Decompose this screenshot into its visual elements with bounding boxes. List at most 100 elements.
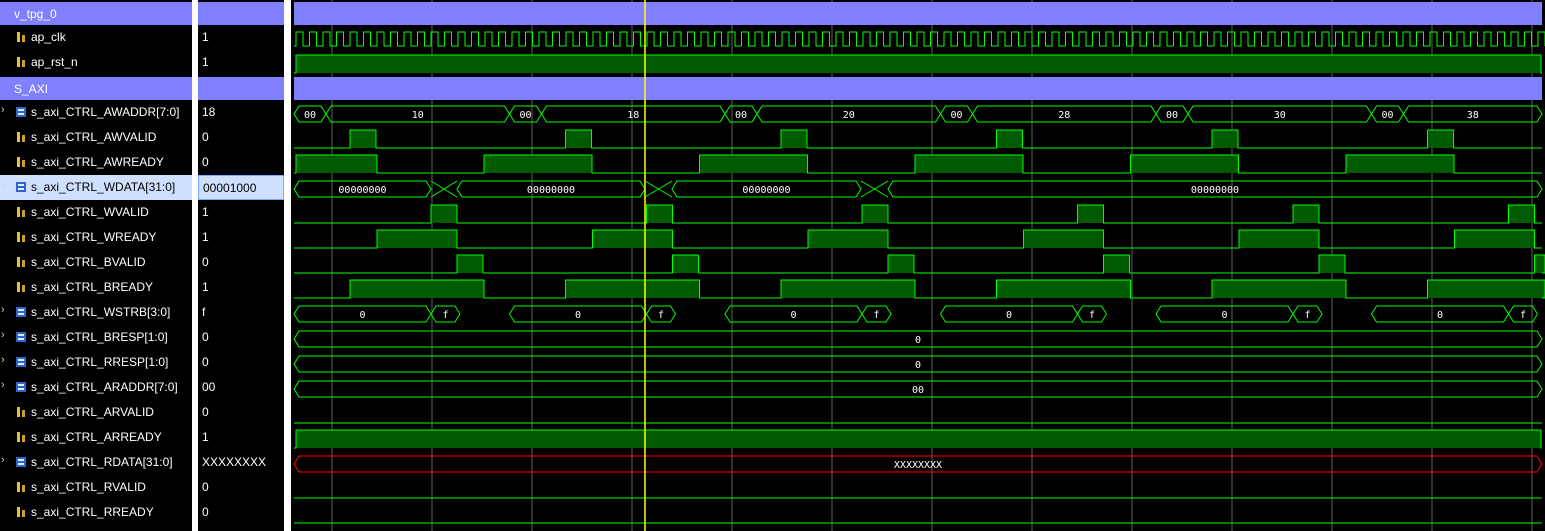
signal-value-s-axi-ctrl-arready[interactable]: 1 (198, 425, 284, 450)
signal-name: s_axi_CTRL_RRESP[1:0] (31, 355, 169, 369)
expand-chevron-icon[interactable]: › (1, 104, 11, 118)
signal-row-s-axi[interactable]: S_AXI (0, 77, 192, 100)
signal-row-s-axi-ctrl-arready[interactable]: s_axi_CTRL_ARREADY (0, 425, 192, 450)
wdata-transition (430, 180, 458, 198)
signal-name: s_axi_CTRL_BRESP[1:0] (31, 330, 168, 344)
signal-row-s-axi-ctrl-araddr70[interactable]: › s_axi_CTRL_ARADDR[7:0] (0, 375, 192, 400)
signal-value-s-axi-ctrl-rresp10[interactable]: 0 (198, 350, 284, 375)
signal-value-ap-clk[interactable]: 1 (198, 25, 284, 50)
signal-row-s-axi-ctrl-awvalid[interactable]: s_axi_CTRL_AWVALID (0, 125, 192, 150)
awaddr-label: 00 (304, 110, 316, 121)
signal-value: 0 (202, 330, 209, 344)
expand-chevron-icon[interactable]: › (1, 454, 11, 468)
awvalid-high-fill (350, 130, 376, 148)
group-bar-wave (294, 2, 1542, 25)
signal-value-s-axi-ctrl-rdata310[interactable]: XXXXXXXX (198, 450, 284, 475)
signal-value-s-axi-ctrl-araddr70[interactable]: 00 (198, 375, 284, 400)
bready-high-fill (565, 280, 700, 298)
signal-row-s-axi-ctrl-bresp10[interactable]: › s_axi_CTRL_BRESP[1:0] (0, 325, 192, 350)
wstrb-label: f (442, 310, 448, 321)
pane-divider-right[interactable] (284, 0, 291, 531)
wstrb-label: f (1520, 310, 1526, 321)
signal-value-s-axi-ctrl-awaddr70[interactable]: 18 (198, 100, 284, 125)
signal-value-pane: 1 1 18 0 0 00001000 1 1 0 1 f 0 0 00 0 1 XXXXXXXX 0 0 (198, 0, 284, 531)
signal-value-s-axi-ctrl-awvalid[interactable]: 0 (198, 125, 284, 150)
signal-value-s-axi-ctrl-rvalid[interactable]: 0 (198, 475, 284, 500)
signal-value: f (202, 305, 206, 319)
wstrb-label: f (873, 310, 879, 321)
signal-row-s-axi-ctrl-bvalid[interactable]: s_axi_CTRL_BVALID (0, 250, 192, 275)
expand-chevron-icon[interactable]: › (1, 329, 11, 343)
signal-row-s-axi-ctrl-bready[interactable]: s_axi_CTRL_BREADY (0, 275, 192, 300)
signal-name: s_axi_CTRL_ARADDR[7:0] (31, 380, 178, 394)
wstrb-label: 0 (1437, 310, 1443, 321)
signal-value-s-axi-ctrl-awready[interactable]: 0 (198, 150, 284, 175)
signal-value-s-axi-ctrl-wdata310[interactable]: 00001000 (198, 175, 284, 200)
signal-name: s_axi_CTRL_WREADY (31, 230, 157, 244)
signal-name: s_axi_CTRL_BVALID (31, 255, 146, 269)
signal-value-s-axi-ctrl-bresp10[interactable]: 0 (198, 325, 284, 350)
awaddr-label: 10 (412, 110, 424, 121)
signal-value-v-tpg-0[interactable] (198, 2, 284, 25)
expand-chevron-icon[interactable]: › (1, 304, 11, 318)
rresp-label: 0 (915, 360, 921, 371)
signal-value: 0 (202, 505, 209, 519)
awaddr-label: 28 (1058, 110, 1070, 121)
ap-rst-n-high-fill (296, 55, 1541, 73)
awaddr-label: 00 (735, 110, 747, 121)
wready-high-fill (377, 230, 457, 248)
signal-row-ap-rst-n[interactable]: ap_rst_n (0, 50, 192, 75)
wstrb-label: 0 (1006, 310, 1012, 321)
signal-row-s-axi-ctrl-wdata310[interactable]: › s_axi_CTRL_WDATA[31:0] (0, 175, 192, 200)
signal-row-s-axi-ctrl-rdata310[interactable]: › s_axi_CTRL_RDATA[31:0] (0, 450, 192, 475)
expand-chevron-icon[interactable]: › (1, 379, 11, 393)
signal-row-ap-clk[interactable]: ap_clk (0, 25, 192, 50)
signal-value: 1 (202, 230, 209, 244)
bvalid-high-fill (1103, 255, 1130, 273)
signal-value-s-axi-ctrl-bready[interactable]: 1 (198, 275, 284, 300)
signal-value-s-axi-ctrl-wready[interactable]: 1 (198, 225, 284, 250)
wstrb-label: 0 (359, 310, 365, 321)
signal-name: s_axi_CTRL_AWVALID (31, 130, 157, 144)
signal-value-s-axi-ctrl-arvalid[interactable]: 0 (198, 400, 284, 425)
signal-value-ap-rst-n[interactable]: 1 (198, 50, 284, 75)
wdata-label: 00000000 (338, 185, 386, 196)
signal-name: s_axi_CTRL_ARREADY (31, 430, 162, 444)
awaddr-label: 00 (950, 110, 962, 121)
signal-name: s_axi_CTRL_WDATA[31:0] (31, 180, 176, 194)
wready-high-fill (1454, 230, 1535, 248)
signal-value-s-axi-ctrl-wstrb30[interactable]: f (198, 300, 284, 325)
signal-row-s-axi-ctrl-rvalid[interactable]: s_axi_CTRL_RVALID (0, 475, 192, 500)
signal-row-s-axi-ctrl-rready[interactable]: s_axi_CTRL_RREADY (0, 500, 192, 525)
awaddr-label: 20 (843, 110, 855, 121)
signal-row-s-axi-ctrl-rresp10[interactable]: › s_axi_CTRL_RRESP[1:0] (0, 350, 192, 375)
signal-value: 1 (202, 280, 209, 294)
signal-name: s_axi_CTRL_AWADDR[7:0] (31, 105, 180, 119)
expand-chevron-icon[interactable]: › (1, 354, 11, 368)
awaddr-label: 00 (519, 110, 531, 121)
group-bar-wave (294, 77, 1542, 100)
signal-row-s-axi-ctrl-arvalid[interactable]: s_axi_CTRL_ARVALID (0, 400, 192, 425)
signal-name: s_axi_CTRL_AWREADY (31, 155, 164, 169)
waveform-pane[interactable]: 00 10 00 18 00 20 00 28 00 30 00 3800000000 00000000… (291, 0, 1545, 531)
wstrb-label: f (1304, 310, 1310, 321)
signal-value-s-axi-ctrl-wvalid[interactable]: 1 (198, 200, 284, 225)
expand-chevron-icon[interactable]: › (1, 179, 11, 193)
awaddr-label: 00 (1381, 110, 1393, 121)
awaddr-label: 30 (1274, 110, 1286, 121)
signal-row-s-axi-ctrl-wvalid[interactable]: s_axi_CTRL_WVALID (0, 200, 192, 225)
signal-value-s-axi-ctrl-rready[interactable]: 0 (198, 500, 284, 525)
signal-row-s-axi-ctrl-awready[interactable]: s_axi_CTRL_AWREADY (0, 150, 192, 175)
signal-row-s-axi-ctrl-awaddr70[interactable]: › s_axi_CTRL_AWADDR[7:0] (0, 100, 192, 125)
wstrb-label: f (658, 310, 664, 321)
signal-row-s-axi-ctrl-wready[interactable]: s_axi_CTRL_WREADY (0, 225, 192, 250)
awready-high-fill (296, 155, 377, 173)
signal-value: 0 (202, 405, 209, 419)
signal-value-s-axi[interactable] (198, 77, 284, 100)
signal-row-s-axi-ctrl-wstrb30[interactable]: › s_axi_CTRL_WSTRB[3:0] (0, 300, 192, 325)
signal-row-v-tpg-0[interactable]: v_tpg_0 (0, 2, 192, 25)
rdata-label: XXXXXXXX (894, 460, 942, 471)
awvalid-high-fill (1427, 130, 1454, 148)
signal-value-s-axi-ctrl-bvalid[interactable]: 0 (198, 250, 284, 275)
araddr-label: 00 (912, 385, 924, 396)
